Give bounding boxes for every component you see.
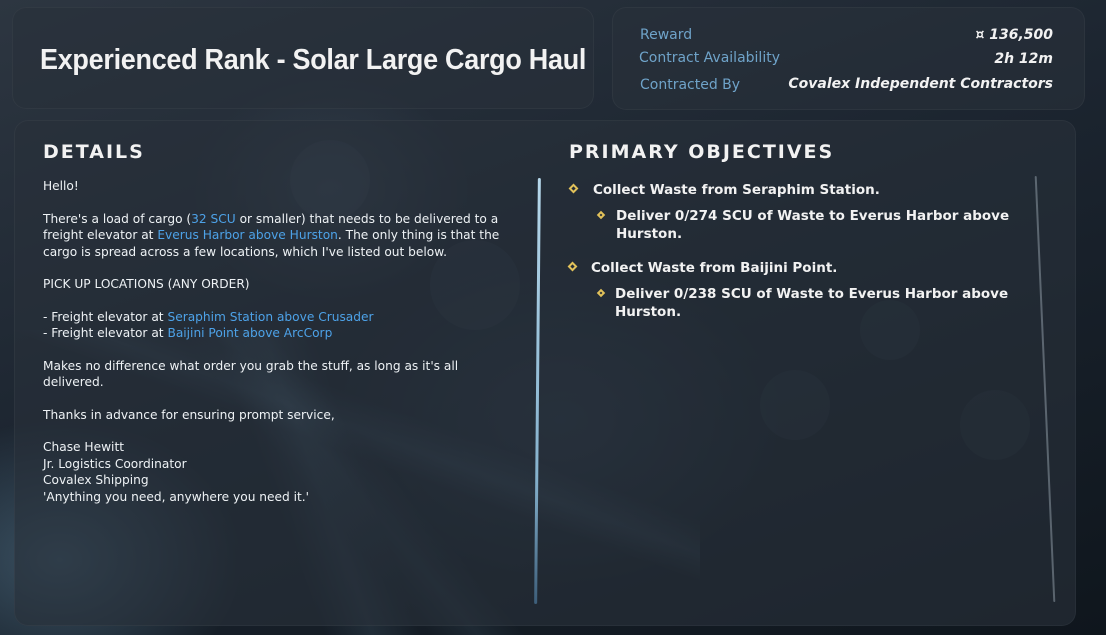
destination-link[interactable]: Everus Harbor above Hurston — [157, 228, 338, 242]
details-text: There's a load of cargo ( — [43, 211, 192, 226]
contracted-by-label: Contracted By — [640, 77, 741, 93]
cargo-size-link[interactable]: 32 SCU — [191, 212, 236, 226]
contract-title: Experienced Rank - Solar Large Cargo Hau… — [40, 44, 587, 76]
objective-item: Collect Waste from Seraphim Station. — [593, 182, 880, 198]
primary-objectives-heading: PRIMARY OBJECTIVES — [569, 141, 835, 163]
availability-label: Contract Availability — [639, 50, 780, 66]
pickup-prefix: - Freight elevator at — [43, 326, 168, 340]
pickup-prefix: - Freight elevator at — [43, 309, 168, 324]
details-paragraph-order: Makes no difference what order you grab … — [43, 358, 459, 390]
signature-motto: 'Anything you need, anywhere you need it… — [43, 489, 310, 504]
details-body[interactable]: Hello! There's a load of cargo (32 SCU o… — [43, 178, 503, 505]
contracted-by-value: Covalex Independent Contractors — [788, 76, 1053, 92]
details-paragraph-cargo: There's a load of cargo (32 SCU or small… — [43, 211, 503, 261]
signature-company: Covalex Shipping — [43, 473, 149, 487]
pickup-location-item: - Freight elevator at Seraphim Station a… — [43, 309, 503, 326]
pickup-location-item: - Freight elevator at Baijini Point abov… — [43, 325, 503, 342]
objective-item: Collect Waste from Baijini Point. — [591, 260, 838, 276]
details-paragraph-thanks: Thanks in advance for ensuring prompt se… — [43, 407, 335, 422]
signature-name: Chase Hewitt — [43, 440, 124, 454]
reward-label: Reward — [640, 27, 693, 43]
details-heading: DETAILS — [43, 141, 145, 163]
details-greeting: Hello! — [43, 179, 79, 193]
pickup-heading: PICK UP LOCATIONS (ANY ORDER) — [43, 277, 250, 291]
signature-title: Jr. Logistics Coordinator — [43, 456, 187, 471]
pickup-location-link-seraphim[interactable]: Seraphim Station above Crusader — [167, 310, 373, 324]
subobjective-item: Deliver 0/238 SCU of Waste to Everus Har… — [615, 286, 1009, 320]
pickup-location-link-baijini[interactable]: Baijini Point above ArcCorp — [167, 326, 332, 340]
availability-value: 2h 12m — [994, 51, 1053, 67]
reward-value: ¤ 136,500 — [975, 27, 1053, 43]
subobjective-item: Deliver 0/274 SCU of Waste to Everus Har… — [616, 208, 1010, 242]
